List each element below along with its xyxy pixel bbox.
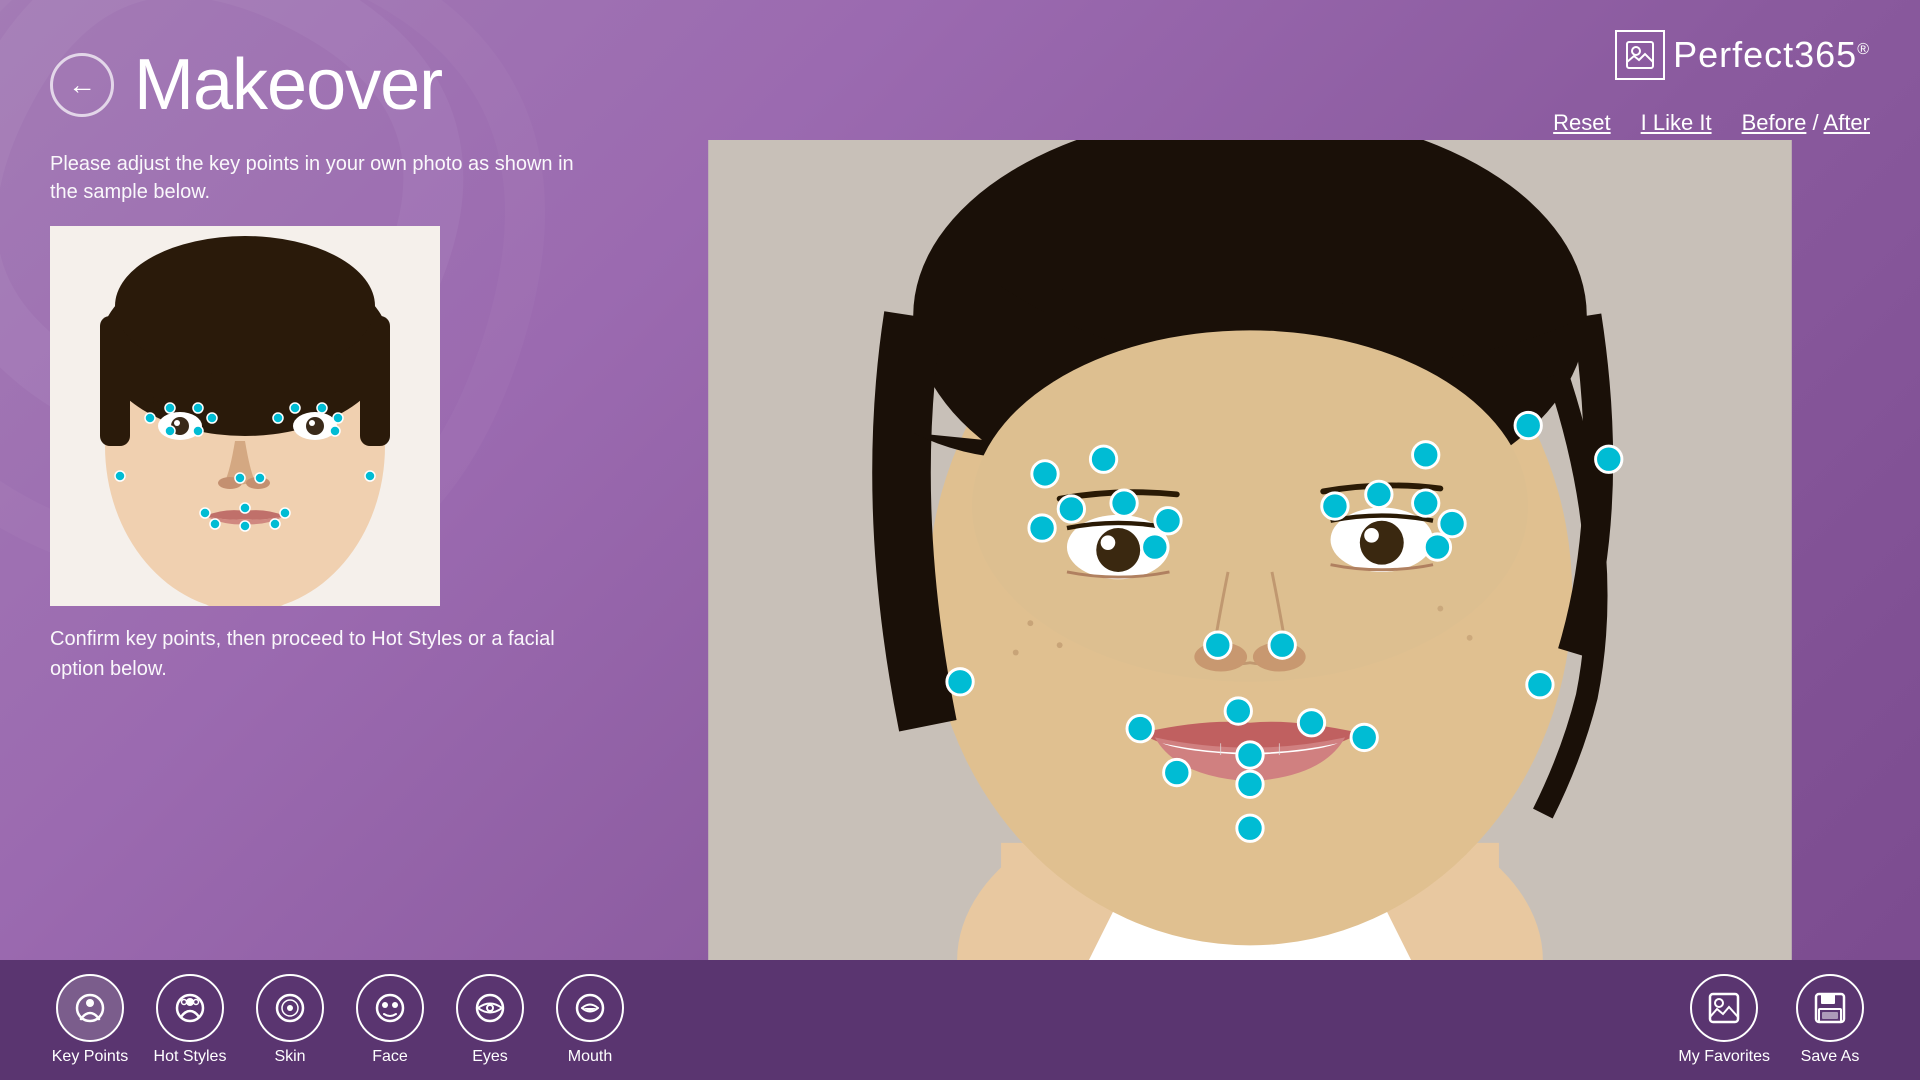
toolbar-right: My Favorites Save As <box>1678 974 1870 1066</box>
bottom-toolbar: Key Points Hot Styles <box>0 960 1920 1080</box>
key-points-label: Key Points <box>52 1048 128 1066</box>
logo: Perfect365® <box>1615 30 1870 80</box>
save-as-label: Save As <box>1801 1048 1860 1066</box>
my-favorites-label: My Favorites <box>1678 1048 1770 1066</box>
tool-eyes[interactable]: Eyes <box>450 974 530 1066</box>
skin-icon <box>256 974 324 1042</box>
tool-save-as[interactable]: Save As <box>1790 974 1870 1066</box>
skin-label: Skin <box>274 1048 305 1066</box>
back-button[interactable]: ← <box>50 53 114 117</box>
eyes-icon <box>456 974 524 1042</box>
before-link[interactable]: Before <box>1742 110 1807 135</box>
tool-key-points[interactable]: Key Points <box>50 974 130 1066</box>
mouth-icon <box>556 974 624 1042</box>
toolbar-left: Key Points Hot Styles <box>50 974 630 1066</box>
page-title: Makeover <box>134 44 442 126</box>
save-as-icon <box>1796 974 1864 1042</box>
after-link[interactable]: After <box>1824 110 1870 135</box>
main-content: Please adjust the key points in your own… <box>0 140 1920 960</box>
tool-face[interactable]: Face <box>350 974 430 1066</box>
tool-skin[interactable]: Skin <box>250 974 330 1066</box>
tool-my-favorites[interactable]: My Favorites <box>1678 974 1770 1066</box>
back-arrow-icon: ← <box>68 69 96 101</box>
i-like-it-link[interactable]: I Like It <box>1641 110 1712 136</box>
hot-styles-icon <box>156 974 224 1042</box>
face-label: Face <box>372 1048 408 1066</box>
tool-mouth[interactable]: Mouth <box>550 974 630 1066</box>
main-photo-panel <box>630 140 1870 960</box>
instruction-primary: Please adjust the key points in your own… <box>50 150 590 206</box>
instruction-secondary: Confirm key points, then proceed to Hot … <box>50 624 590 684</box>
reset-link[interactable]: Reset <box>1553 110 1610 136</box>
mouth-label: Mouth <box>568 1048 612 1066</box>
hot-styles-label: Hot Styles <box>154 1048 227 1066</box>
slash-separator: / <box>1813 110 1824 135</box>
key-points-icon <box>56 974 124 1042</box>
sample-image <box>50 226 440 606</box>
left-panel: Please adjust the key points in your own… <box>50 140 590 960</box>
main-photo <box>630 140 1870 960</box>
logo-icon <box>1615 30 1665 80</box>
my-favorites-icon <box>1690 974 1758 1042</box>
tool-hot-styles[interactable]: Hot Styles <box>150 974 230 1066</box>
before-after-group: Before / After <box>1742 110 1870 136</box>
logo-name: Perfect365® <box>1673 34 1870 76</box>
eyes-label: Eyes <box>472 1048 508 1066</box>
face-icon <box>356 974 424 1042</box>
top-actions: Reset I Like It Before / After <box>1553 110 1870 136</box>
